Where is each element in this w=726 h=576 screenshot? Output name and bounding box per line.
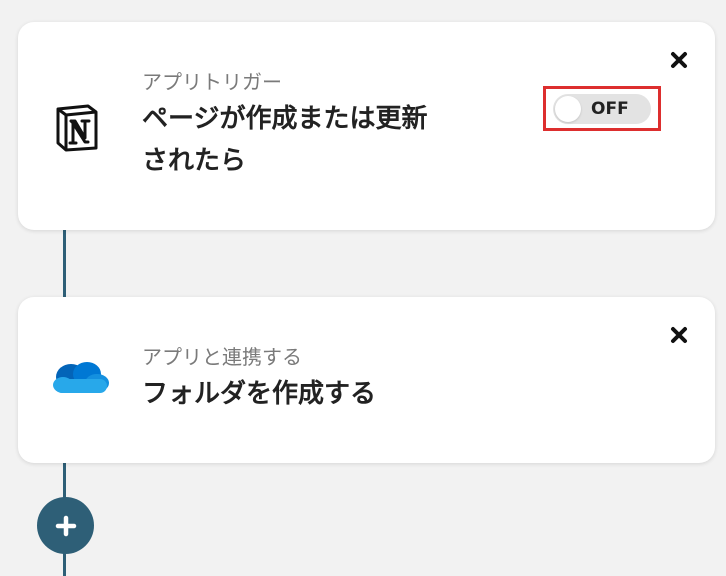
action-step-close-button[interactable] — [667, 323, 691, 347]
trigger-step-title: ページが作成または更新されたら — [142, 104, 428, 176]
flow-connector-middle — [63, 463, 66, 499]
close-icon — [671, 52, 687, 68]
action-step-title: フォルダを作成する — [142, 379, 377, 409]
action-step-subtitle: アプリと連携する — [142, 345, 302, 369]
flow-connector-bottom — [63, 552, 66, 576]
trigger-step-card[interactable]: アプリトリガー ページが作成または更新されたら OFF — [18, 22, 715, 230]
onedrive-icon — [49, 357, 111, 397]
close-icon — [671, 327, 687, 343]
trigger-step-subtitle: アプリトリガー — [142, 70, 282, 94]
notion-icon — [52, 102, 104, 154]
trigger-toggle-switch[interactable]: OFF — [553, 93, 651, 124]
plus-icon — [55, 515, 76, 536]
flow-connector-top — [63, 230, 66, 297]
toggle-highlight-box: OFF — [543, 86, 661, 131]
trigger-step-close-button[interactable] — [667, 48, 691, 72]
toggle-label: OFF — [591, 98, 629, 119]
action-step-card[interactable]: アプリと連携する フォルダを作成する — [18, 297, 715, 463]
add-step-button[interactable] — [37, 497, 94, 554]
toggle-knob — [555, 95, 581, 122]
